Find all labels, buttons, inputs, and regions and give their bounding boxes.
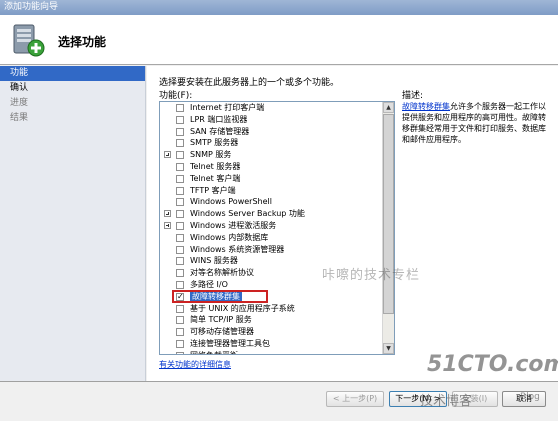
feature-checkbox[interactable] bbox=[176, 198, 184, 207]
features-scrollbar[interactable]: ▲ ▼ bbox=[382, 102, 394, 354]
description-text: 故障转移群集允许多个服务器一起工作以提供服务和应用程序的高可用性。故障转移群集经… bbox=[402, 101, 552, 145]
feature-checkbox[interactable] bbox=[176, 162, 184, 171]
scroll-up-icon[interactable]: ▲ bbox=[383, 102, 394, 113]
feature-label: SNMP 服务 bbox=[190, 150, 232, 160]
description-label: 描述: bbox=[402, 91, 424, 101]
wizard-nav: 功能 确认 进度 结果 bbox=[0, 66, 146, 381]
feature-row[interactable]: Telnet 服务器 bbox=[160, 161, 394, 173]
expand-plus-icon[interactable] bbox=[164, 151, 171, 159]
feature-checkbox[interactable] bbox=[176, 269, 184, 278]
feature-checkbox[interactable] bbox=[176, 245, 184, 254]
feature-row[interactable]: Internet 打印客户端 bbox=[160, 102, 394, 114]
description-link[interactable]: 故障转移群集 bbox=[402, 102, 450, 111]
feature-row[interactable]: 故障转移群集 bbox=[160, 289, 394, 303]
add-features-icon bbox=[13, 24, 45, 57]
nav-item-confirm[interactable]: 确认 bbox=[0, 81, 145, 96]
site-logo-sub: 技术博客 bbox=[420, 394, 473, 409]
feature-label: 简单 TCP/IP 服务 bbox=[190, 315, 252, 325]
feature-checkbox[interactable] bbox=[176, 328, 184, 337]
feature-label: LPR 端口监视器 bbox=[190, 114, 248, 124]
feature-label: Telnet 客户端 bbox=[190, 173, 241, 183]
more-info-link[interactable]: 有关功能的详细信息 bbox=[159, 359, 231, 370]
feature-label: Windows 内部数据库 bbox=[190, 232, 269, 242]
feature-label: Internet 打印客户端 bbox=[190, 103, 265, 112]
prev-button[interactable]: < 上一步(P) bbox=[326, 391, 384, 407]
feature-checkbox[interactable] bbox=[176, 304, 184, 313]
feature-row[interactable]: 基于 UNIX 的应用程序子系统 bbox=[160, 303, 394, 315]
feature-checkbox[interactable] bbox=[176, 221, 184, 230]
feature-row[interactable]: 可移动存储管理器 bbox=[160, 326, 394, 338]
feature-checkbox[interactable] bbox=[176, 280, 184, 289]
site-logo: 51CTO.com bbox=[427, 352, 558, 377]
feature-label: 连接管理器管理工具包 bbox=[190, 338, 270, 348]
feature-row[interactable]: 连接管理器管理工具包 bbox=[160, 338, 394, 350]
scroll-down-icon[interactable]: ▼ bbox=[383, 343, 394, 354]
feature-checkbox[interactable] bbox=[176, 210, 184, 219]
feature-checkbox[interactable] bbox=[176, 139, 184, 148]
page-title: 选择功能 bbox=[58, 35, 107, 49]
feature-checkbox[interactable] bbox=[176, 174, 184, 183]
feature-row[interactable]: 简单 TCP/IP 服务 bbox=[160, 314, 394, 326]
feature-row[interactable]: LPR 端口监视器 bbox=[160, 114, 394, 126]
window-title: 添加功能向导 bbox=[4, 2, 59, 12]
feature-checkbox[interactable] bbox=[176, 115, 184, 124]
feature-checkbox[interactable] bbox=[176, 186, 184, 195]
feature-row[interactable]: SAN 存储管理器 bbox=[160, 126, 394, 138]
feature-label: SAN 存储管理器 bbox=[190, 126, 250, 136]
nav-item-features[interactable]: 功能 bbox=[0, 66, 145, 81]
window-title-bar: 添加功能向导 bbox=[0, 0, 558, 15]
feature-label: 基于 UNIX 的应用程序子系统 bbox=[190, 303, 295, 313]
feature-row[interactable]: 网络负载平衡 bbox=[160, 350, 394, 354]
feature-label: 对等名称解析协议 bbox=[190, 268, 254, 278]
nav-item-progress: 进度 bbox=[10, 98, 29, 108]
feature-label: 可移动存储管理器 bbox=[190, 327, 254, 337]
feature-checkbox[interactable] bbox=[176, 151, 184, 160]
feature-label: SMTP 服务器 bbox=[190, 138, 239, 148]
feature-row[interactable]: TFTP 客户端 bbox=[160, 185, 394, 197]
feature-row[interactable]: Windows 进程激活服务 bbox=[160, 220, 394, 232]
expand-plus-icon[interactable] bbox=[164, 210, 171, 218]
feature-row[interactable]: Telnet 客户端 bbox=[160, 173, 394, 185]
feature-row[interactable]: Windows Server Backup 功能 bbox=[160, 208, 394, 220]
feature-checkbox[interactable] bbox=[176, 127, 184, 136]
scroll-thumb[interactable] bbox=[383, 114, 394, 314]
feature-row[interactable]: SNMP 服务 bbox=[160, 149, 394, 161]
feature-checkbox[interactable] bbox=[176, 257, 184, 266]
site-logo-blog: Blog bbox=[520, 392, 540, 402]
feature-row[interactable]: Windows PowerShell bbox=[160, 196, 394, 208]
feature-label: TFTP 客户端 bbox=[190, 185, 236, 195]
instruction-text: 选择要安装在此服务器上的一个或多个功能。 bbox=[159, 78, 340, 88]
feature-label: Windows 进程激活服务 bbox=[190, 220, 277, 230]
nav-item-results: 结果 bbox=[10, 113, 29, 123]
expand-plus-icon[interactable] bbox=[164, 221, 171, 229]
main-content: 选择要安装在此服务器上的一个或多个功能。 功能(F): Internet 打印客… bbox=[147, 66, 558, 381]
feature-checkbox[interactable] bbox=[176, 104, 184, 112]
feature-label: Windows 系统资源管理器 bbox=[190, 244, 285, 254]
feature-label: 网络负载平衡 bbox=[190, 350, 238, 354]
button-bar: < 上一步(P) 下一步(N) > 安装(I) 取消 bbox=[0, 381, 558, 421]
feature-checkbox[interactable] bbox=[176, 339, 184, 348]
feature-label: Windows Server Backup 功能 bbox=[190, 209, 305, 219]
feature-label: Windows PowerShell bbox=[190, 197, 272, 207]
wizard-header: 选择功能 bbox=[0, 15, 558, 65]
feature-row[interactable]: Windows 系统资源管理器 bbox=[160, 244, 394, 256]
feature-row[interactable]: WINS 服务器 bbox=[160, 255, 394, 267]
feature-label: Telnet 服务器 bbox=[190, 161, 241, 171]
feature-label: WINS 服务器 bbox=[190, 256, 238, 266]
feature-row[interactable]: SMTP 服务器 bbox=[160, 137, 394, 149]
features-label: 功能(F): bbox=[159, 91, 193, 101]
highlight-box bbox=[172, 289, 268, 303]
feature-checkbox[interactable] bbox=[176, 233, 184, 242]
features-tree[interactable]: Internet 打印客户端 LPR 端口监视器 SAN 存储管理器 SMTP 服务器… bbox=[159, 101, 395, 355]
feature-checkbox[interactable] bbox=[176, 351, 184, 354]
feature-row[interactable]: Windows 内部数据库 bbox=[160, 232, 394, 244]
feature-row[interactable]: 对等名称解析协议 bbox=[160, 267, 394, 279]
feature-checkbox[interactable] bbox=[176, 316, 184, 325]
